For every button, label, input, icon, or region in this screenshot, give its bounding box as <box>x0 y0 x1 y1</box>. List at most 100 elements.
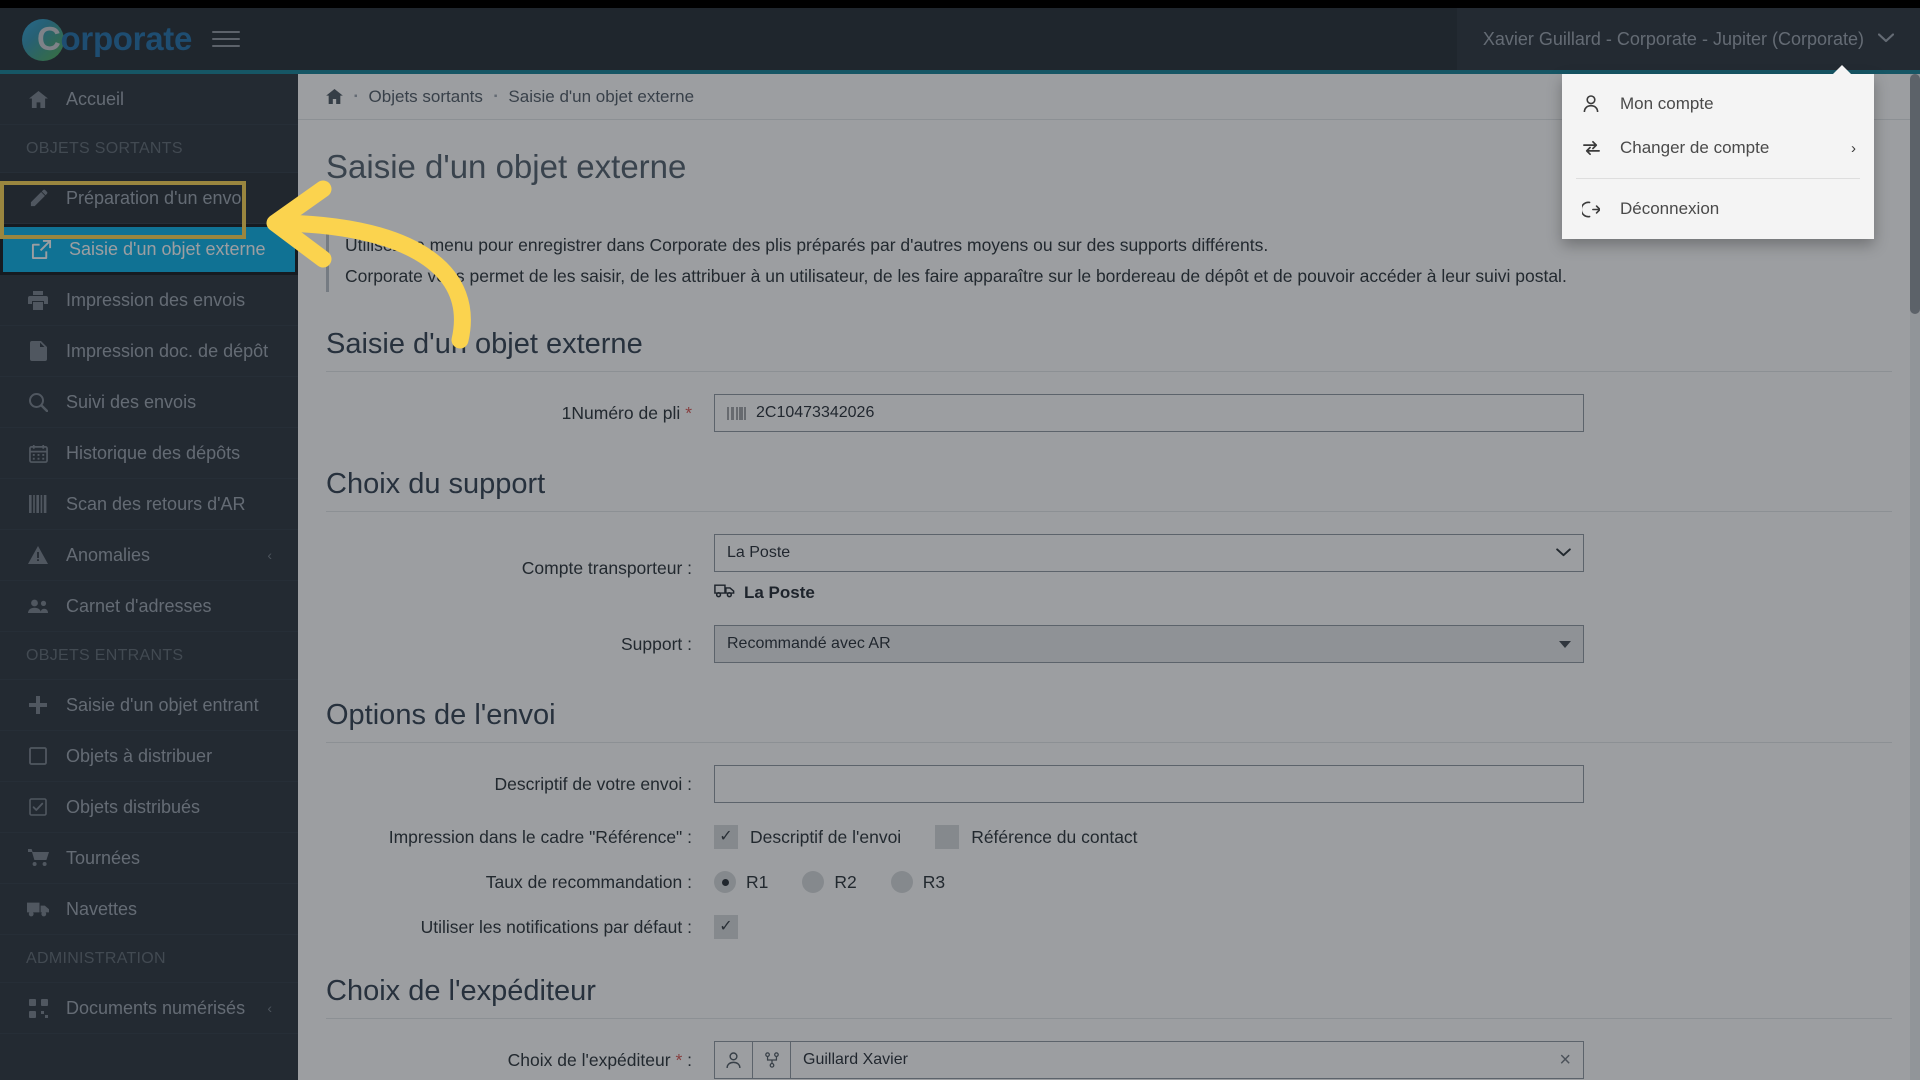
carrier-badge-label: La Poste <box>744 583 815 602</box>
warning-icon <box>26 544 50 566</box>
sidebar-item-anomalies[interactable]: Anomalies ‹ <box>0 530 298 581</box>
sidebar-item-impression-envois[interactable]: Impression des envois <box>0 275 298 326</box>
checkbox-label: Référence du contact <box>971 826 1138 847</box>
radio-r1[interactable] <box>714 871 736 893</box>
section-title-options-envoi: Options de l'envoi <box>326 699 1892 743</box>
sidebar-item-objets-a-distribuer[interactable]: Objets à distribuer <box>0 731 298 782</box>
dropdown-item-label: Mon compte <box>1620 94 1714 113</box>
form-row-descriptif: Descriptif de votre envoi : <box>298 765 1920 803</box>
radio-r2[interactable] <box>802 871 825 893</box>
label-support: Support : <box>620 633 692 654</box>
radio-r3[interactable] <box>890 871 913 893</box>
sidebar-item-objets-distribues[interactable]: Objets distribués <box>0 782 298 833</box>
home-icon[interactable] <box>326 89 343 104</box>
checkbox-reference-contact[interactable]: ✓ <box>935 825 960 849</box>
sidebar-section-objets-sortants: OBJETS SORTANTS <box>0 125 298 173</box>
user-icon[interactable] <box>714 1041 752 1079</box>
label-choix-expediteur: Choix de l'expéditeur * : <box>326 1050 714 1071</box>
frame-border-top <box>0 0 1920 8</box>
sidebar-item-impression-doc-depot[interactable]: Impression doc. de dépôt <box>0 326 298 377</box>
carrier-badge: La Poste <box>714 583 1584 603</box>
numero-pli-input[interactable]: 2C10473342026 <box>714 394 1584 432</box>
pencil-icon <box>26 187 50 209</box>
scrollbar-thumb[interactable] <box>1910 74 1920 314</box>
chevron-left-icon: ‹ <box>267 547 272 563</box>
cart-icon <box>26 847 50 869</box>
chevron-left-icon: ‹ <box>267 1000 272 1016</box>
sidebar-item-carnet-adresses[interactable]: Carnet d'adresses <box>0 581 298 632</box>
sidebar-item-scan-retours-ar[interactable]: Scan des retours d'AR <box>0 479 298 530</box>
sidebar-item-historique-depots[interactable]: Historique des dépôts <box>0 428 298 479</box>
chevron-down-icon <box>1556 544 1571 562</box>
sidebar-item-label: Documents numérisés <box>66 997 246 1018</box>
control-compte-transporteur: La Poste La Poste <box>714 534 1584 603</box>
brand-logo: Corporate <box>22 8 192 70</box>
checkbox-label: Descriptif de l'envoi <box>750 826 902 847</box>
control-descriptif <box>714 765 1584 803</box>
sidebar-item-documents-numerises[interactable]: Documents numérisés ‹ <box>0 983 298 1034</box>
breadcrumb-separator: ▪ <box>493 91 498 102</box>
control-impression-reference: ✓ Descriptif de l'envoi ✓ Référence du c… <box>714 825 1584 849</box>
sidebar-item-accueil[interactable]: Accueil <box>0 74 298 125</box>
descriptif-input[interactable] <box>714 765 1584 803</box>
brand-name-rest: orporate <box>60 20 193 57</box>
dropdown-item-mon-compte[interactable]: Mon compte <box>1562 82 1874 126</box>
required-marker: * <box>685 402 692 423</box>
info-line-2: Corporate vous permet de les saisir, de … <box>345 266 1567 286</box>
org-tree-icon[interactable] <box>752 1041 790 1079</box>
truck-icon <box>714 583 735 603</box>
support-select[interactable]: Recommandé avec AR <box>714 625 1584 663</box>
sidebar-item-preparation-envoi[interactable]: Préparation d'un envoi <box>0 173 298 224</box>
printer-icon <box>26 289 50 311</box>
checkbox-descriptif-envoi[interactable]: ✓ <box>714 825 738 849</box>
radio-label: R1 <box>746 871 769 892</box>
form-row-impression-reference: Impression dans le cadre "Référence" : ✓… <box>298 825 1920 849</box>
choix-expediteur-input[interactable]: Guillard Xavier × <box>790 1041 1584 1079</box>
breadcrumb-item-objets-sortants[interactable]: Objets sortants <box>369 87 483 107</box>
hamburger-bar <box>212 38 240 40</box>
dropdown-item-changer-de-compte[interactable]: Changer de compte › <box>1562 126 1874 170</box>
sidebar-item-label: Navettes <box>66 898 138 919</box>
sidebar-item-saisie-objet-entrant[interactable]: Saisie d'un objet entrant <box>0 680 298 731</box>
logout-icon <box>1580 201 1602 218</box>
close-icon[interactable]: × <box>1559 1050 1571 1070</box>
top-bar: Corporate Xavier Guillard - Corporate - … <box>0 8 1920 70</box>
control-taux-recommandation: R1 R2 R3 <box>714 871 1584 893</box>
section-title-choix-support: Choix du support <box>326 468 1892 512</box>
search-icon <box>26 391 50 413</box>
sidebar-item-suivi-envois[interactable]: Suivi des envois <box>0 377 298 428</box>
label-taux-recommandation: Taux de recommandation : <box>485 871 692 892</box>
dropdown-item-deconnexion[interactable]: Déconnexion <box>1562 187 1874 231</box>
sidebar-item-navettes[interactable]: Navettes <box>0 884 298 935</box>
sidebar-item-saisie-objet-externe[interactable]: Saisie d'un objet externe <box>0 224 298 275</box>
checkbox-notifications-defaut[interactable]: ✓ <box>714 915 738 939</box>
external-link-icon <box>29 239 53 261</box>
user-account-menu-button[interactable]: Xavier Guillard - Corporate - Jupiter (C… <box>1456 8 1920 70</box>
app-root: Corporate Xavier Guillard - Corporate - … <box>0 0 1920 1080</box>
sidebar-item-label: Carnet d'adresses <box>66 595 212 616</box>
brand-name-first: C <box>37 20 61 57</box>
label-text: 1Numéro de pli <box>561 402 681 423</box>
control-notifications: ✓ <box>714 915 1584 939</box>
chevron-right-icon: › <box>1851 139 1856 157</box>
hamburger-menu-icon[interactable] <box>212 27 240 51</box>
sidebar-item-label: Historique des dépôts <box>66 442 241 463</box>
dropdown-item-label: Déconnexion <box>1620 199 1720 218</box>
main-scrollbar[interactable] <box>1910 74 1920 1080</box>
user-icon <box>1580 95 1602 113</box>
plus-icon <box>26 694 50 716</box>
label-impression-reference: Impression dans le cadre "Référence" : <box>388 826 692 847</box>
swap-icon <box>1580 140 1602 156</box>
control-choix-expediteur: Guillard Xavier × <box>714 1041 1584 1079</box>
home-icon <box>26 88 50 110</box>
sidebar-section-label: OBJETS ENTRANTS <box>26 646 184 664</box>
sidebar-item-label: Scan des retours d'AR <box>66 493 246 514</box>
radio-label: R3 <box>922 871 946 892</box>
sidebar-item-tournees[interactable]: Tournées <box>0 833 298 884</box>
form-row-support: Support : Recommandé avec AR <box>298 625 1920 663</box>
truck-icon <box>26 898 50 920</box>
compte-transporteur-select[interactable]: La Poste <box>714 534 1584 572</box>
breadcrumb-item-saisie-objet-externe[interactable]: Saisie d'un objet externe <box>508 87 694 107</box>
sidebar-item-label: Saisie d'un objet externe <box>69 239 266 259</box>
chevron-down-icon <box>1877 31 1895 47</box>
